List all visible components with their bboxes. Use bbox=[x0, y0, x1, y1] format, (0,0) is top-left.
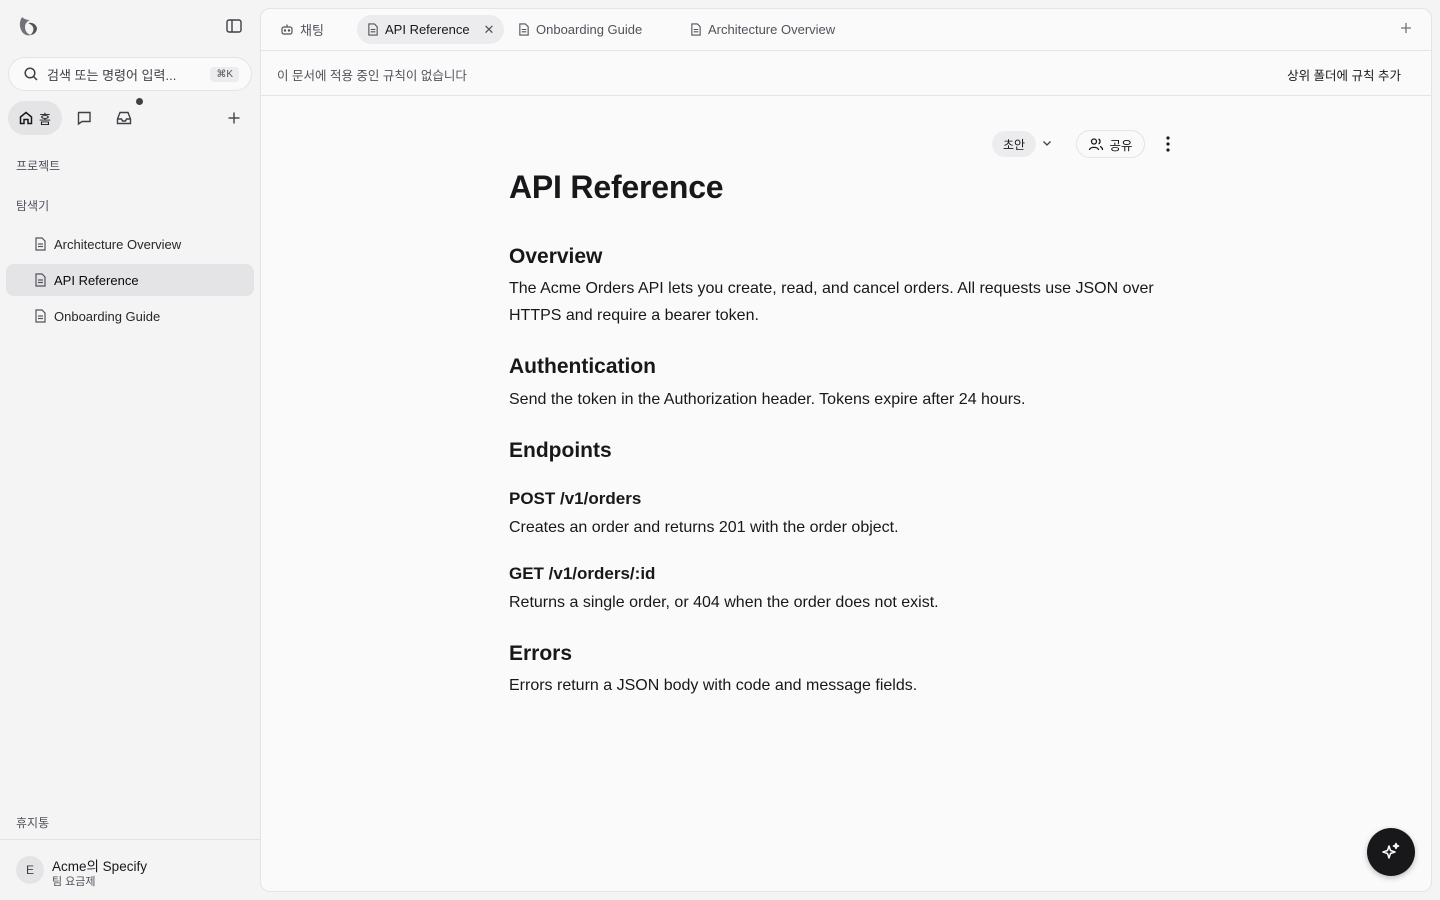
heading-errors: Errors bbox=[509, 642, 573, 665]
org-plan: 팀 요금제 bbox=[52, 876, 96, 888]
rules-message: 이 문서에 적용 중인 규칙이 없습니다 bbox=[277, 69, 467, 83]
share-button[interactable]: 공유 bbox=[1076, 130, 1145, 158]
chevron-down-icon[interactable] bbox=[1041, 137, 1053, 149]
paragraph-errors: Errors return a JSON body with code and … bbox=[509, 677, 918, 694]
tree-item-architecture-overview[interactable]: Architecture Overview bbox=[6, 228, 254, 260]
inbox-icon[interactable] bbox=[115, 109, 133, 127]
explorer-section-label[interactable]: 탐색기 bbox=[16, 197, 49, 214]
more-options-icon[interactable] bbox=[1159, 133, 1177, 155]
tree-item-onboarding-guide[interactable]: Onboarding Guide bbox=[6, 300, 254, 332]
users-icon bbox=[1089, 138, 1104, 151]
document-icon bbox=[35, 273, 46, 287]
add-rule-button[interactable]: 상위 폴더에 규칙 추가 bbox=[1287, 65, 1401, 84]
search-input[interactable]: 검색 또는 명령어 입력... ⌘K bbox=[8, 57, 252, 91]
tree-item-label: Architecture Overview bbox=[54, 236, 182, 252]
search-placeholder: 검색 또는 명령어 입력... bbox=[47, 67, 177, 83]
sparkles-icon bbox=[1382, 842, 1400, 859]
document-icon bbox=[35, 237, 46, 251]
tab-label: 채팅 bbox=[300, 23, 324, 38]
tab-label: Architecture Overview bbox=[708, 22, 836, 37]
sidebar: 검색 또는 명령어 입력... ⌘K 홈 프로젝트 탐색기 Architectu… bbox=[0, 0, 260, 900]
close-icon[interactable]: ✕ bbox=[484, 22, 495, 38]
ai-assistant-button[interactable] bbox=[1367, 828, 1415, 876]
share-label: 공유 bbox=[1109, 138, 1133, 153]
home-icon bbox=[19, 111, 33, 125]
plus-icon[interactable] bbox=[225, 109, 243, 127]
heading-post-orders: POST /v1/orders bbox=[509, 489, 642, 508]
new-tab-plus-icon[interactable] bbox=[1399, 21, 1413, 35]
tree-item-label: Onboarding Guide bbox=[54, 308, 161, 324]
chat-bubble-icon[interactable] bbox=[75, 109, 93, 127]
document-icon bbox=[691, 23, 701, 36]
tab-label: API Reference bbox=[385, 22, 470, 37]
search-shortcut-badge: ⌘K bbox=[210, 66, 239, 82]
org-avatar[interactable]: E bbox=[16, 856, 44, 884]
paragraph-post-orders: Creates an order and returns 201 with th… bbox=[509, 519, 899, 536]
tab-bar: 채팅 API Reference ✕ Onboarding Guide Arch… bbox=[261, 9, 1431, 51]
tab-chat[interactable]: 채팅 bbox=[270, 15, 334, 44]
app-logo-icon[interactable] bbox=[16, 14, 40, 38]
document-icon bbox=[35, 309, 46, 323]
tree-item-label: API Reference bbox=[54, 272, 139, 288]
tab-label: Onboarding Guide bbox=[536, 22, 643, 37]
tab-architecture-overview[interactable]: Architecture Overview bbox=[680, 15, 845, 44]
tree-item-api-reference[interactable]: API Reference bbox=[6, 264, 254, 296]
inbox-unread-dot bbox=[136, 98, 143, 105]
main-panel: 채팅 API Reference ✕ Onboarding Guide Arch… bbox=[260, 8, 1432, 892]
tab-onboarding-guide[interactable]: Onboarding Guide bbox=[508, 15, 652, 44]
sidebar-toggle-icon[interactable] bbox=[224, 16, 244, 36]
page-title: API Reference bbox=[509, 169, 724, 205]
trash-section-label[interactable]: 휴지통 bbox=[16, 814, 49, 831]
paragraph-authentication: Send the token in the Authorization head… bbox=[509, 391, 1026, 408]
heading-overview: Overview bbox=[509, 245, 603, 268]
sidebar-nav: 홈 bbox=[8, 98, 252, 135]
heading-authentication: Authentication bbox=[509, 355, 656, 378]
org-name[interactable]: Acme의 Specify bbox=[52, 855, 147, 875]
projects-section-label[interactable]: 프로젝트 bbox=[16, 157, 60, 174]
document-icon bbox=[519, 23, 529, 36]
home-label: 홈 bbox=[39, 111, 51, 127]
home-button[interactable]: 홈 bbox=[8, 101, 62, 135]
search-icon bbox=[24, 67, 38, 81]
bot-icon bbox=[281, 24, 293, 35]
tab-api-reference[interactable]: API Reference ✕ bbox=[357, 15, 505, 44]
paragraph-get-order: Returns a single order, or 404 when the … bbox=[509, 594, 939, 611]
rules-bar: 이 문서에 적용 중인 규칙이 없습니다 상위 폴더에 규칙 추가 bbox=[261, 51, 1431, 96]
status-badge[interactable]: 초안 bbox=[992, 131, 1036, 157]
heading-get-order: GET /v1/orders/:id bbox=[509, 564, 656, 583]
sidebar-footer-divider bbox=[0, 839, 260, 840]
heading-endpoints: Endpoints bbox=[509, 439, 612, 462]
paragraph-overview: The Acme Orders API lets you create, rea… bbox=[509, 280, 1154, 324]
document-icon bbox=[368, 23, 378, 36]
